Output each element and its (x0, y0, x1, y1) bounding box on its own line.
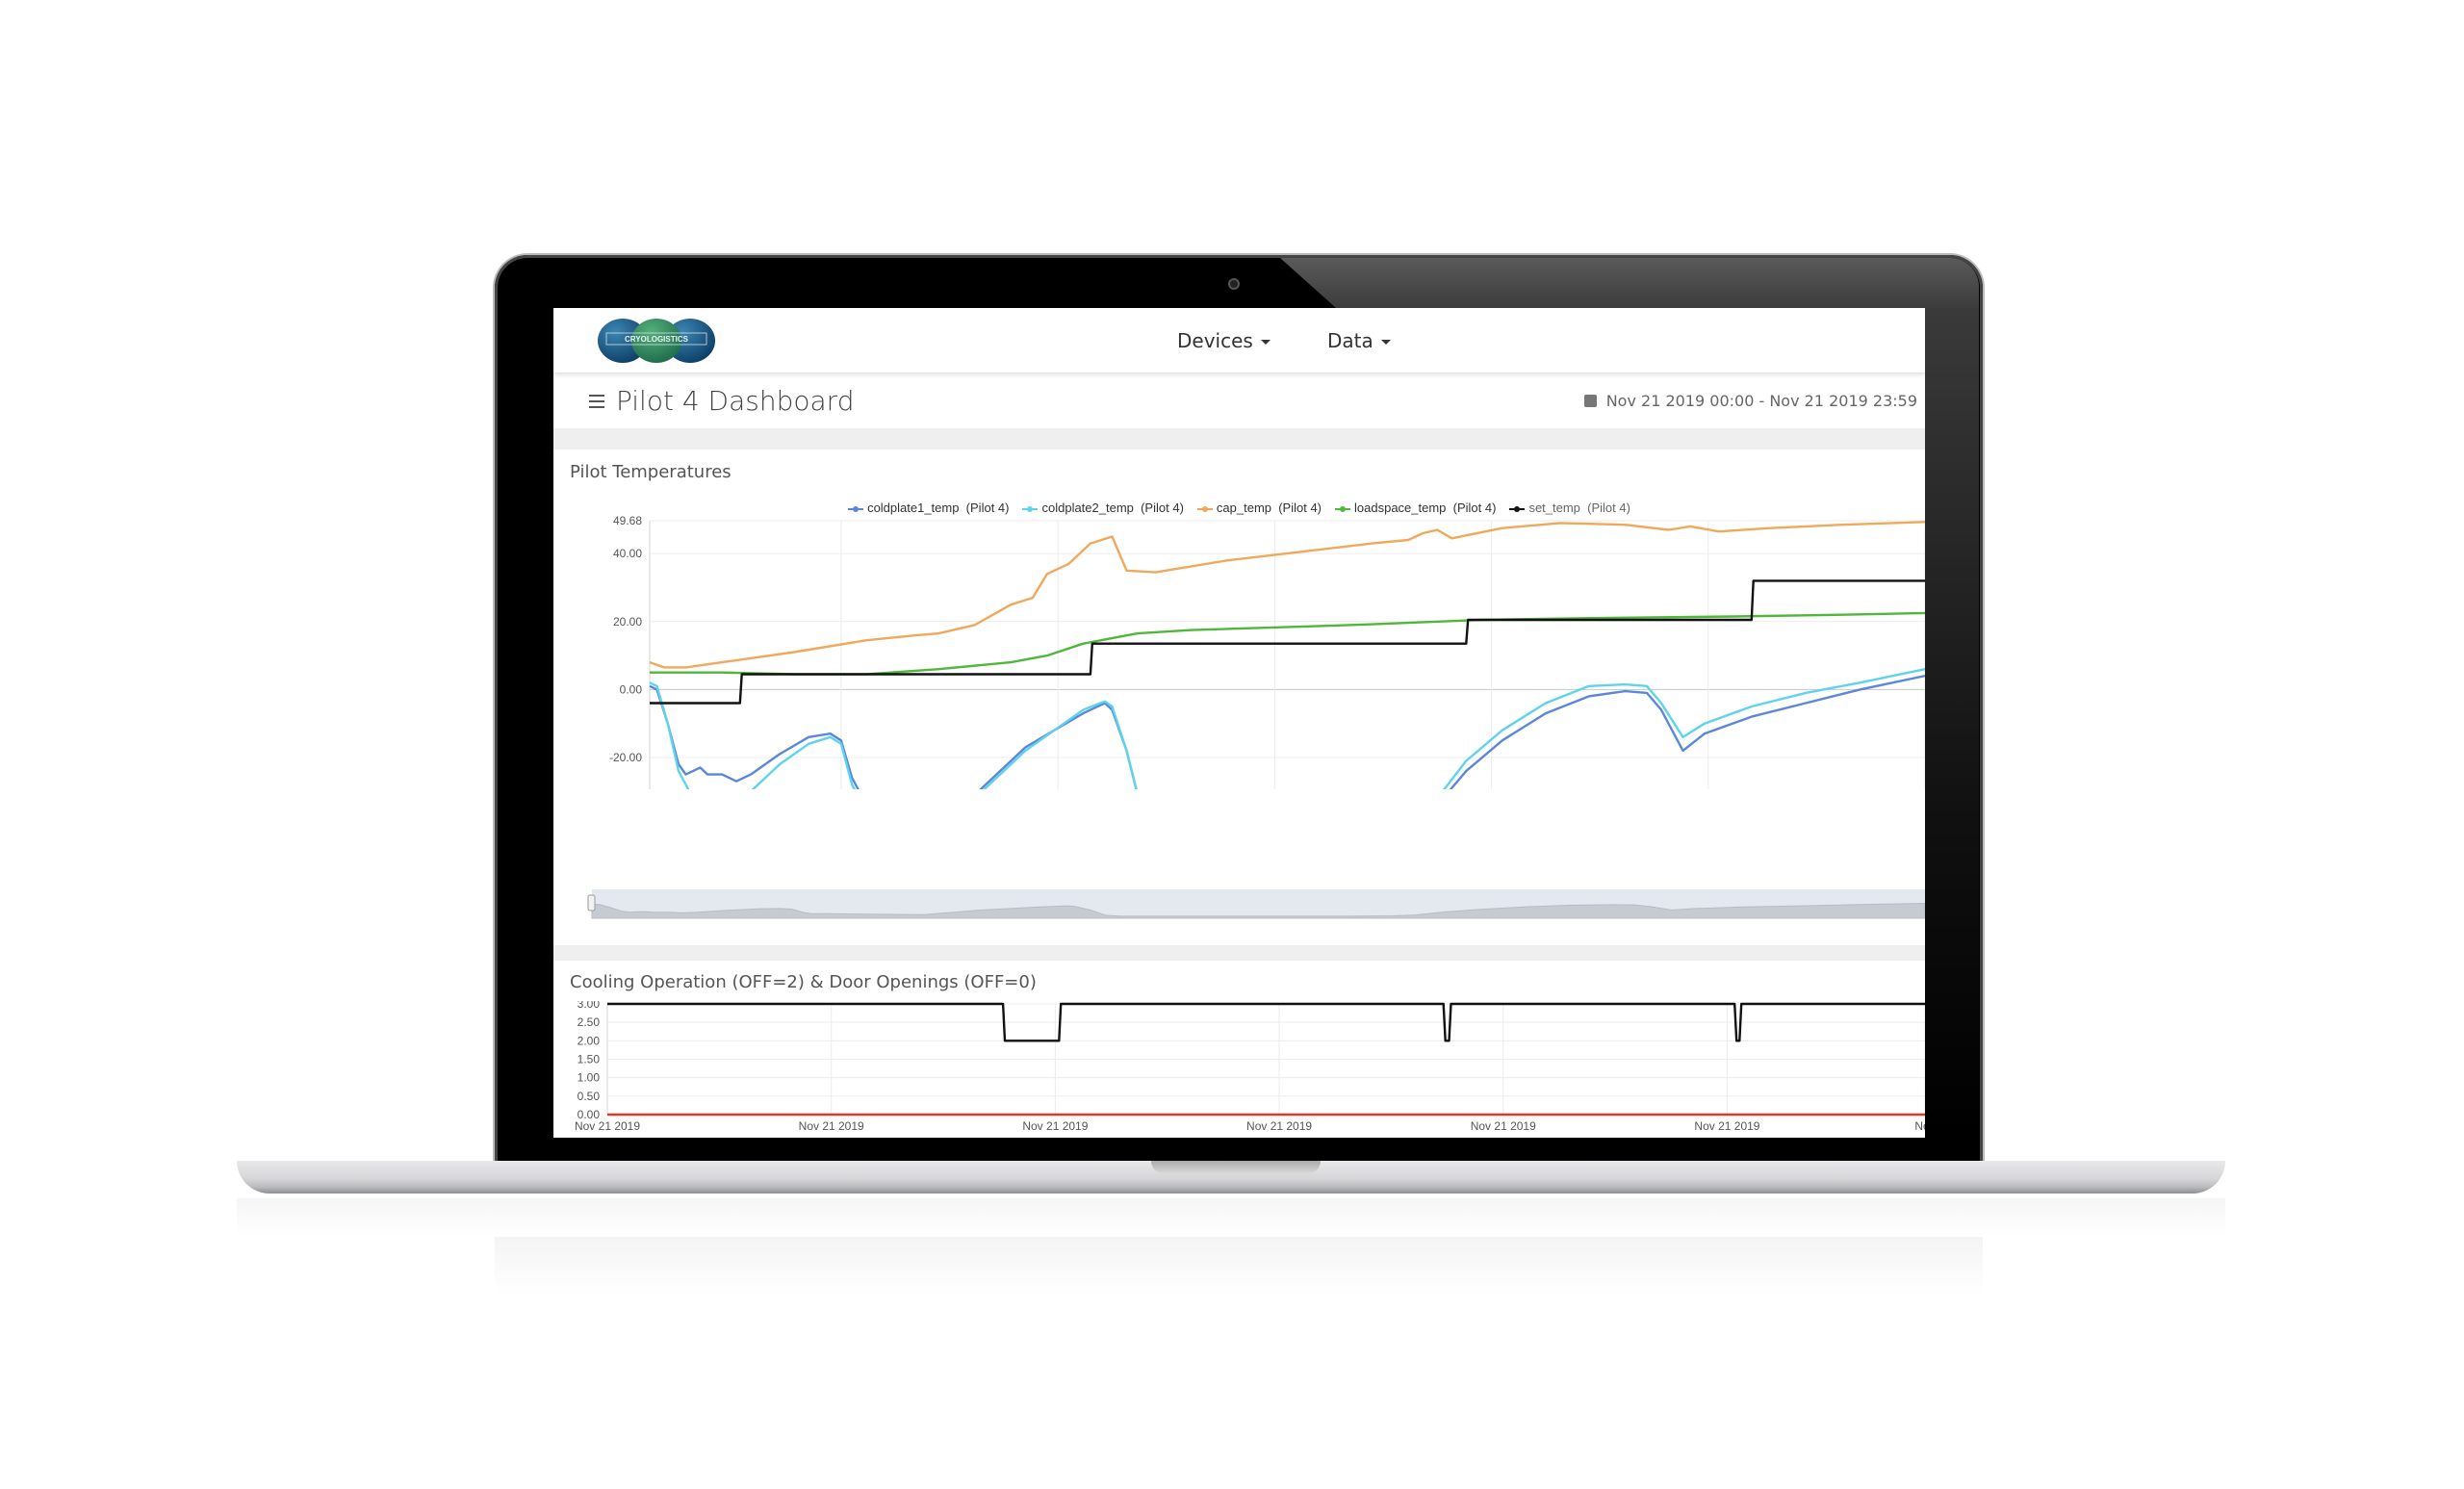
temperature-chart: 49.6840.0020.000.00-20.00-38.43Nov 21 20… (609, 514, 1925, 789)
section-divider (553, 945, 1925, 961)
logo-text: CRYOLOGISTICS (625, 335, 689, 344)
nav-data-label: Data (1327, 329, 1373, 352)
menu-icon[interactable] (589, 395, 604, 408)
x-tick-label: Nov 21 2019 (1471, 1119, 1536, 1133)
y-tick-label: 20.00 (613, 615, 642, 629)
nav-devices-label: Devices (1177, 329, 1253, 352)
x-tick-label: Nov 21 2019 (1246, 1119, 1312, 1133)
bezel-shade (1925, 308, 1979, 1136)
date-range-picker[interactable]: Nov 21 2019 00:00 - Nov 21 2019 23:59 (1583, 392, 1917, 410)
x-tick-label: Nov 21 2019 (575, 1119, 640, 1133)
x-tick-label: Nov 21 2019 (799, 1119, 864, 1133)
cryologistics-logo[interactable]: CRYOLOGISTICS (597, 318, 716, 364)
caret-down-icon (1260, 340, 1270, 345)
chart-navigator[interactable] (553, 887, 1925, 922)
caret-down-icon (1380, 340, 1391, 345)
x-tick-label: Nov 21 2019 (1694, 1119, 1759, 1133)
y-tick-label: -20.00 (609, 751, 642, 764)
calendar-icon (1583, 395, 1597, 407)
webcam-icon (1228, 278, 1240, 290)
section-divider (553, 428, 1925, 449)
y-tick-label: 0.00 (620, 682, 643, 696)
y-tick-label: 1.00 (578, 1071, 601, 1085)
y-tick-label: 40.00 (613, 547, 642, 560)
reflection (237, 1198, 2225, 1237)
y-tick-label: 3.00 (578, 1001, 601, 1011)
nav-devices-dropdown[interactable]: Devices (1177, 329, 1270, 352)
screen-glare (1280, 258, 1979, 308)
y-tick-label: 1.50 (578, 1053, 601, 1066)
nav-data-dropdown[interactable]: Data (1327, 329, 1391, 352)
chart-title-cooling: Cooling Operation (OFF=2) & Door Opening… (570, 972, 1037, 992)
y-tick-label: 0.50 (578, 1090, 601, 1103)
x-tick-label: Nov (1914, 1119, 1925, 1133)
y-tick-label: 49.68 (613, 514, 642, 527)
navigator-handle[interactable] (587, 894, 596, 911)
chart-title-temperatures: Pilot Temperatures (570, 462, 732, 482)
page-header: Pilot 4 Dashboard Nov 21 2019 00:00 - No… (553, 373, 1925, 428)
page-title: Pilot 4 Dashboard (616, 385, 855, 417)
y-tick-label: 2.00 (578, 1034, 601, 1047)
cooling-door-chart: 3.002.502.001.501.000.500.00Nov 21 2019 N… (575, 1001, 1925, 1133)
y-tick-label: 2.50 (578, 1015, 601, 1029)
x-tick-label: Nov 21 2019 (1022, 1119, 1088, 1133)
reflection-lid (495, 1237, 1983, 1295)
laptop-notch (1151, 1161, 1321, 1174)
top-navbar: CRYOLOGISTICS Devices Data (553, 308, 1925, 372)
date-range-text: Nov 21 2019 00:00 - Nov 21 2019 23:59 (1605, 392, 1917, 410)
browser-screen: CRYOLOGISTICS Devices Data Pilot 4 Dashb… (553, 308, 1925, 1138)
